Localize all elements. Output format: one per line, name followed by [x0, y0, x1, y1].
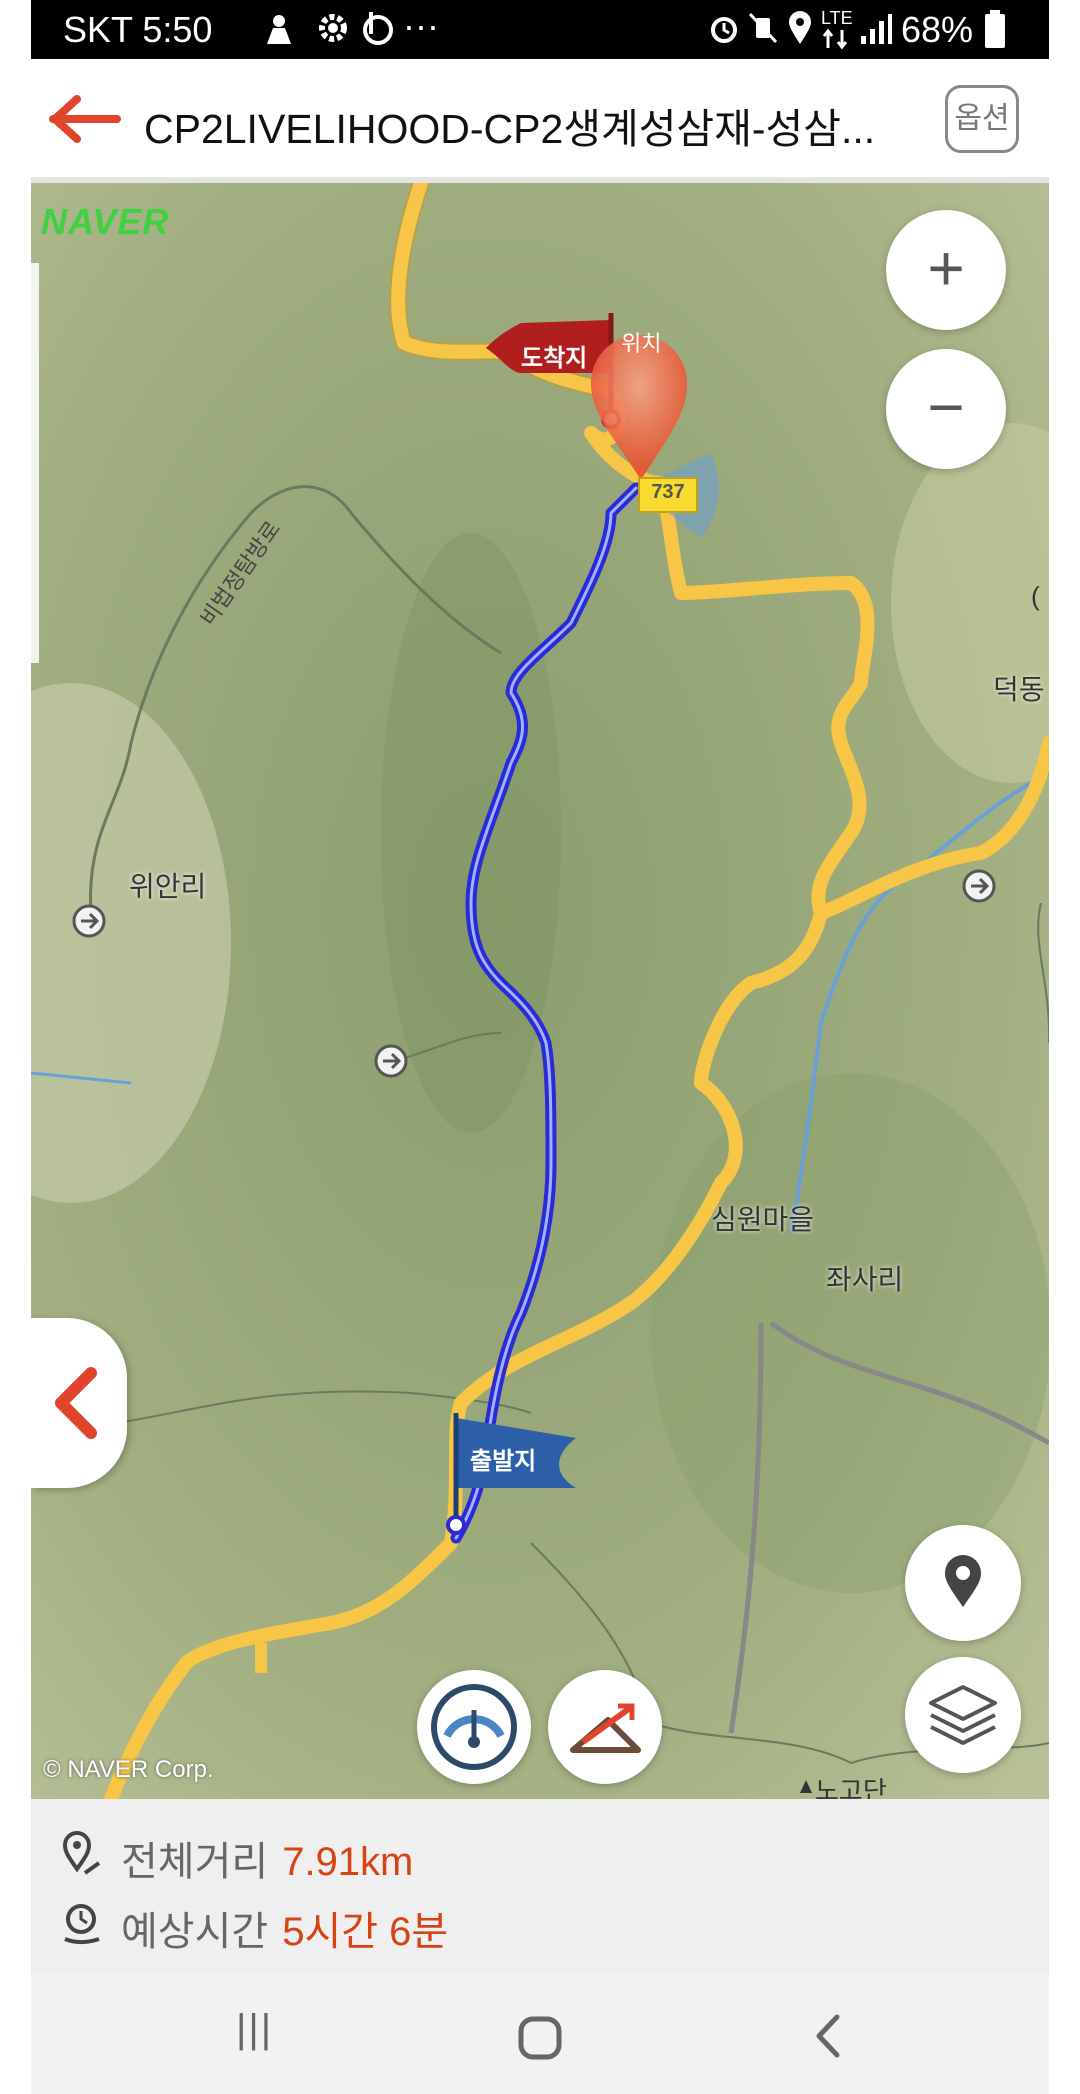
- layers-icon: [929, 1685, 997, 1745]
- recent-apps-button[interactable]: |||: [236, 2007, 273, 2052]
- carrier-time: SKT 5:50: [63, 9, 213, 50]
- chevron-left-icon: [55, 1367, 97, 1439]
- place-wian-ri: 위안리: [129, 871, 207, 902]
- speedometer-icon: [431, 1684, 517, 1770]
- time-label: 예상시간: [121, 1910, 269, 1954]
- place-edge-label: (: [1031, 581, 1040, 611]
- naver-logo: NAVER: [41, 201, 170, 242]
- arrival-label: 도착지: [521, 345, 588, 372]
- speed-button[interactable]: [417, 1670, 531, 1784]
- options-button[interactable]: 옵션: [945, 85, 1019, 153]
- distance-pin-icon: [62, 1831, 101, 1875]
- distance-value: 7.91km: [282, 1840, 414, 1884]
- android-notification-icon: [267, 15, 291, 44]
- battery-level: 68%: [901, 9, 974, 50]
- page-title: CP2LIVELIHOOD-CP2생계성삼재-성삼...: [144, 106, 876, 152]
- distance-row: 전체거리 7.91km: [121, 1829, 413, 1887]
- side-panel-toggle[interactable]: [31, 1318, 127, 1488]
- time-clock-icon: [64, 1904, 100, 1944]
- data-arrows-icon: [822, 28, 848, 50]
- system-nav-bar: |||: [31, 1973, 1049, 2094]
- settings-gear-icon: [319, 14, 347, 42]
- app-bar: CP2LIVELIHOOD-CP2생계성삼재-성삼... 옵션: [31, 59, 1049, 183]
- my-location-button[interactable]: [905, 1525, 1021, 1641]
- road-number: 737: [651, 481, 685, 503]
- app-b-icon: [363, 12, 393, 45]
- time-value: 5시간 6분: [282, 1910, 449, 1954]
- distance-label: 전체거리: [121, 1840, 269, 1884]
- more-notifications: ···: [403, 5, 439, 46]
- place-simwon: 심원마을: [711, 1204, 815, 1235]
- battery-icon: [985, 10, 1005, 48]
- place-nogodan: 노고단: [815, 1776, 887, 1799]
- location-label: 위치: [621, 331, 662, 356]
- map-layers-button[interactable]: [905, 1657, 1021, 1773]
- map-view[interactable]: NAVER 도착지 위치 출발지 737 위안리 덕동 ( 심원마을 좌사리 비…: [31, 183, 1049, 1799]
- side-edge-handle[interactable]: [31, 263, 39, 663]
- system-back-button[interactable]: [809, 2011, 849, 2061]
- minus-icon: −: [927, 371, 965, 443]
- map-copyright: © NAVER Corp.: [43, 1756, 214, 1783]
- zoom-out-button[interactable]: −: [886, 349, 1006, 469]
- plus-icon: +: [927, 232, 965, 304]
- network-type: LTE: [821, 8, 853, 28]
- elevation-button[interactable]: [548, 1670, 662, 1784]
- terrain-ridge: [381, 533, 561, 1133]
- time-row: 예상시간 5시간 6분: [121, 1899, 448, 1957]
- departure-label: 출발지: [470, 1448, 537, 1475]
- terrain-ridge-south: [651, 1073, 1049, 1593]
- elevation-icon: [570, 1703, 641, 1753]
- location-icon: [789, 11, 811, 44]
- back-arrow-icon[interactable]: [49, 95, 121, 143]
- map-pin-icon: [945, 1555, 981, 1607]
- place-deokdong: 덕동: [993, 674, 1045, 705]
- home-button[interactable]: [515, 2013, 565, 2063]
- alarm-icon: [711, 17, 737, 43]
- place-jwasa-ri: 좌사리: [826, 1264, 904, 1295]
- route-summary-panel: 전체거리 7.91km 예상시간 5시간 6분: [31, 1799, 1049, 1973]
- status-bar: SKT 5:50 ··· LTE 68%: [31, 0, 1049, 59]
- mute-vibrate-icon: [748, 12, 778, 44]
- departure-point: [446, 1515, 466, 1535]
- signal-icon: [861, 14, 892, 44]
- zoom-in-button[interactable]: +: [886, 210, 1006, 330]
